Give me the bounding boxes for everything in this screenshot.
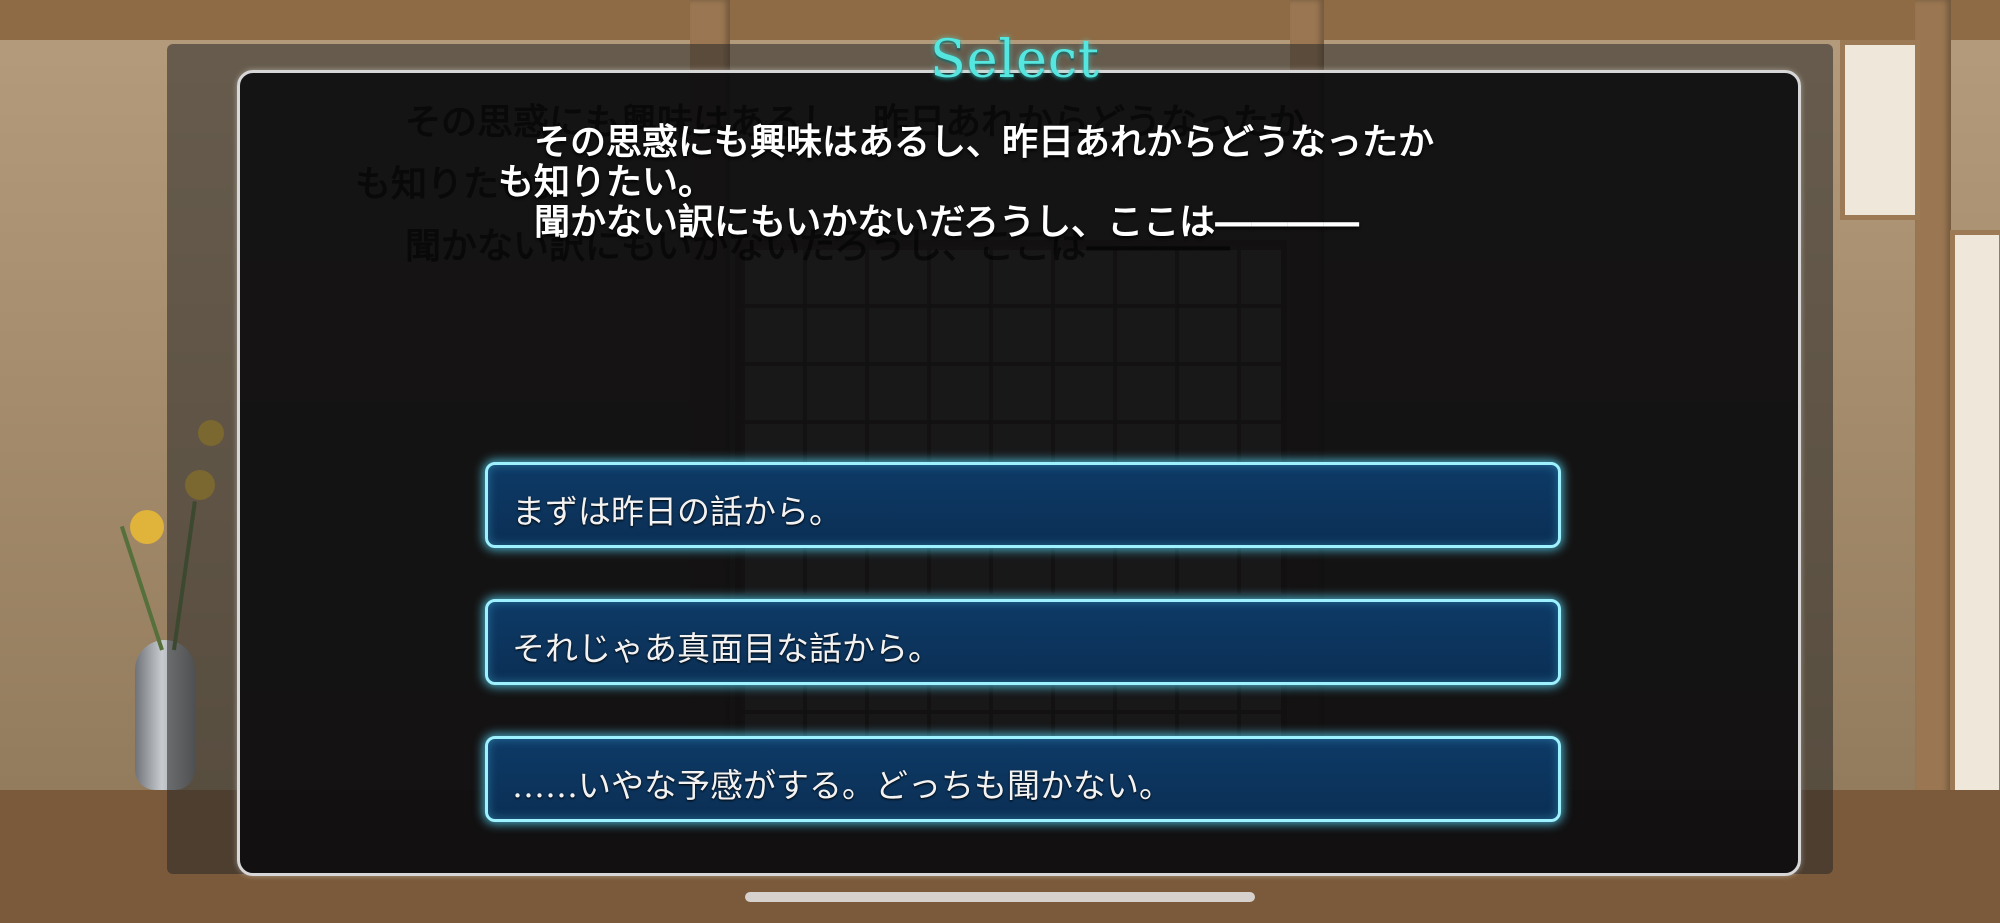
choice-button-2[interactable]: それじゃあ真面目な話から。 [485, 599, 1561, 685]
choice-label: それじゃあ真面目な話から。 [512, 629, 941, 668]
choice-label: ……いやな予感がする。どっちも聞かない。 [512, 766, 1172, 805]
choice-button-1[interactable]: まずは昨日の話から。 [485, 462, 1561, 548]
dialog-title: Select [930, 30, 1100, 90]
flower [130, 510, 164, 544]
shoji-panel [1840, 40, 1920, 220]
wood-pillar [1915, 0, 1951, 923]
choice-button-3[interactable]: ……いやな予感がする。どっちも聞かない。 [485, 736, 1561, 822]
home-indicator[interactable] [745, 892, 1255, 902]
message-line-3: 聞かない訳にもいかないだろうし、ここは―――― [498, 201, 1360, 243]
choice-label: まずは昨日の話から。 [512, 492, 842, 531]
shoji-panel [1950, 230, 2000, 800]
